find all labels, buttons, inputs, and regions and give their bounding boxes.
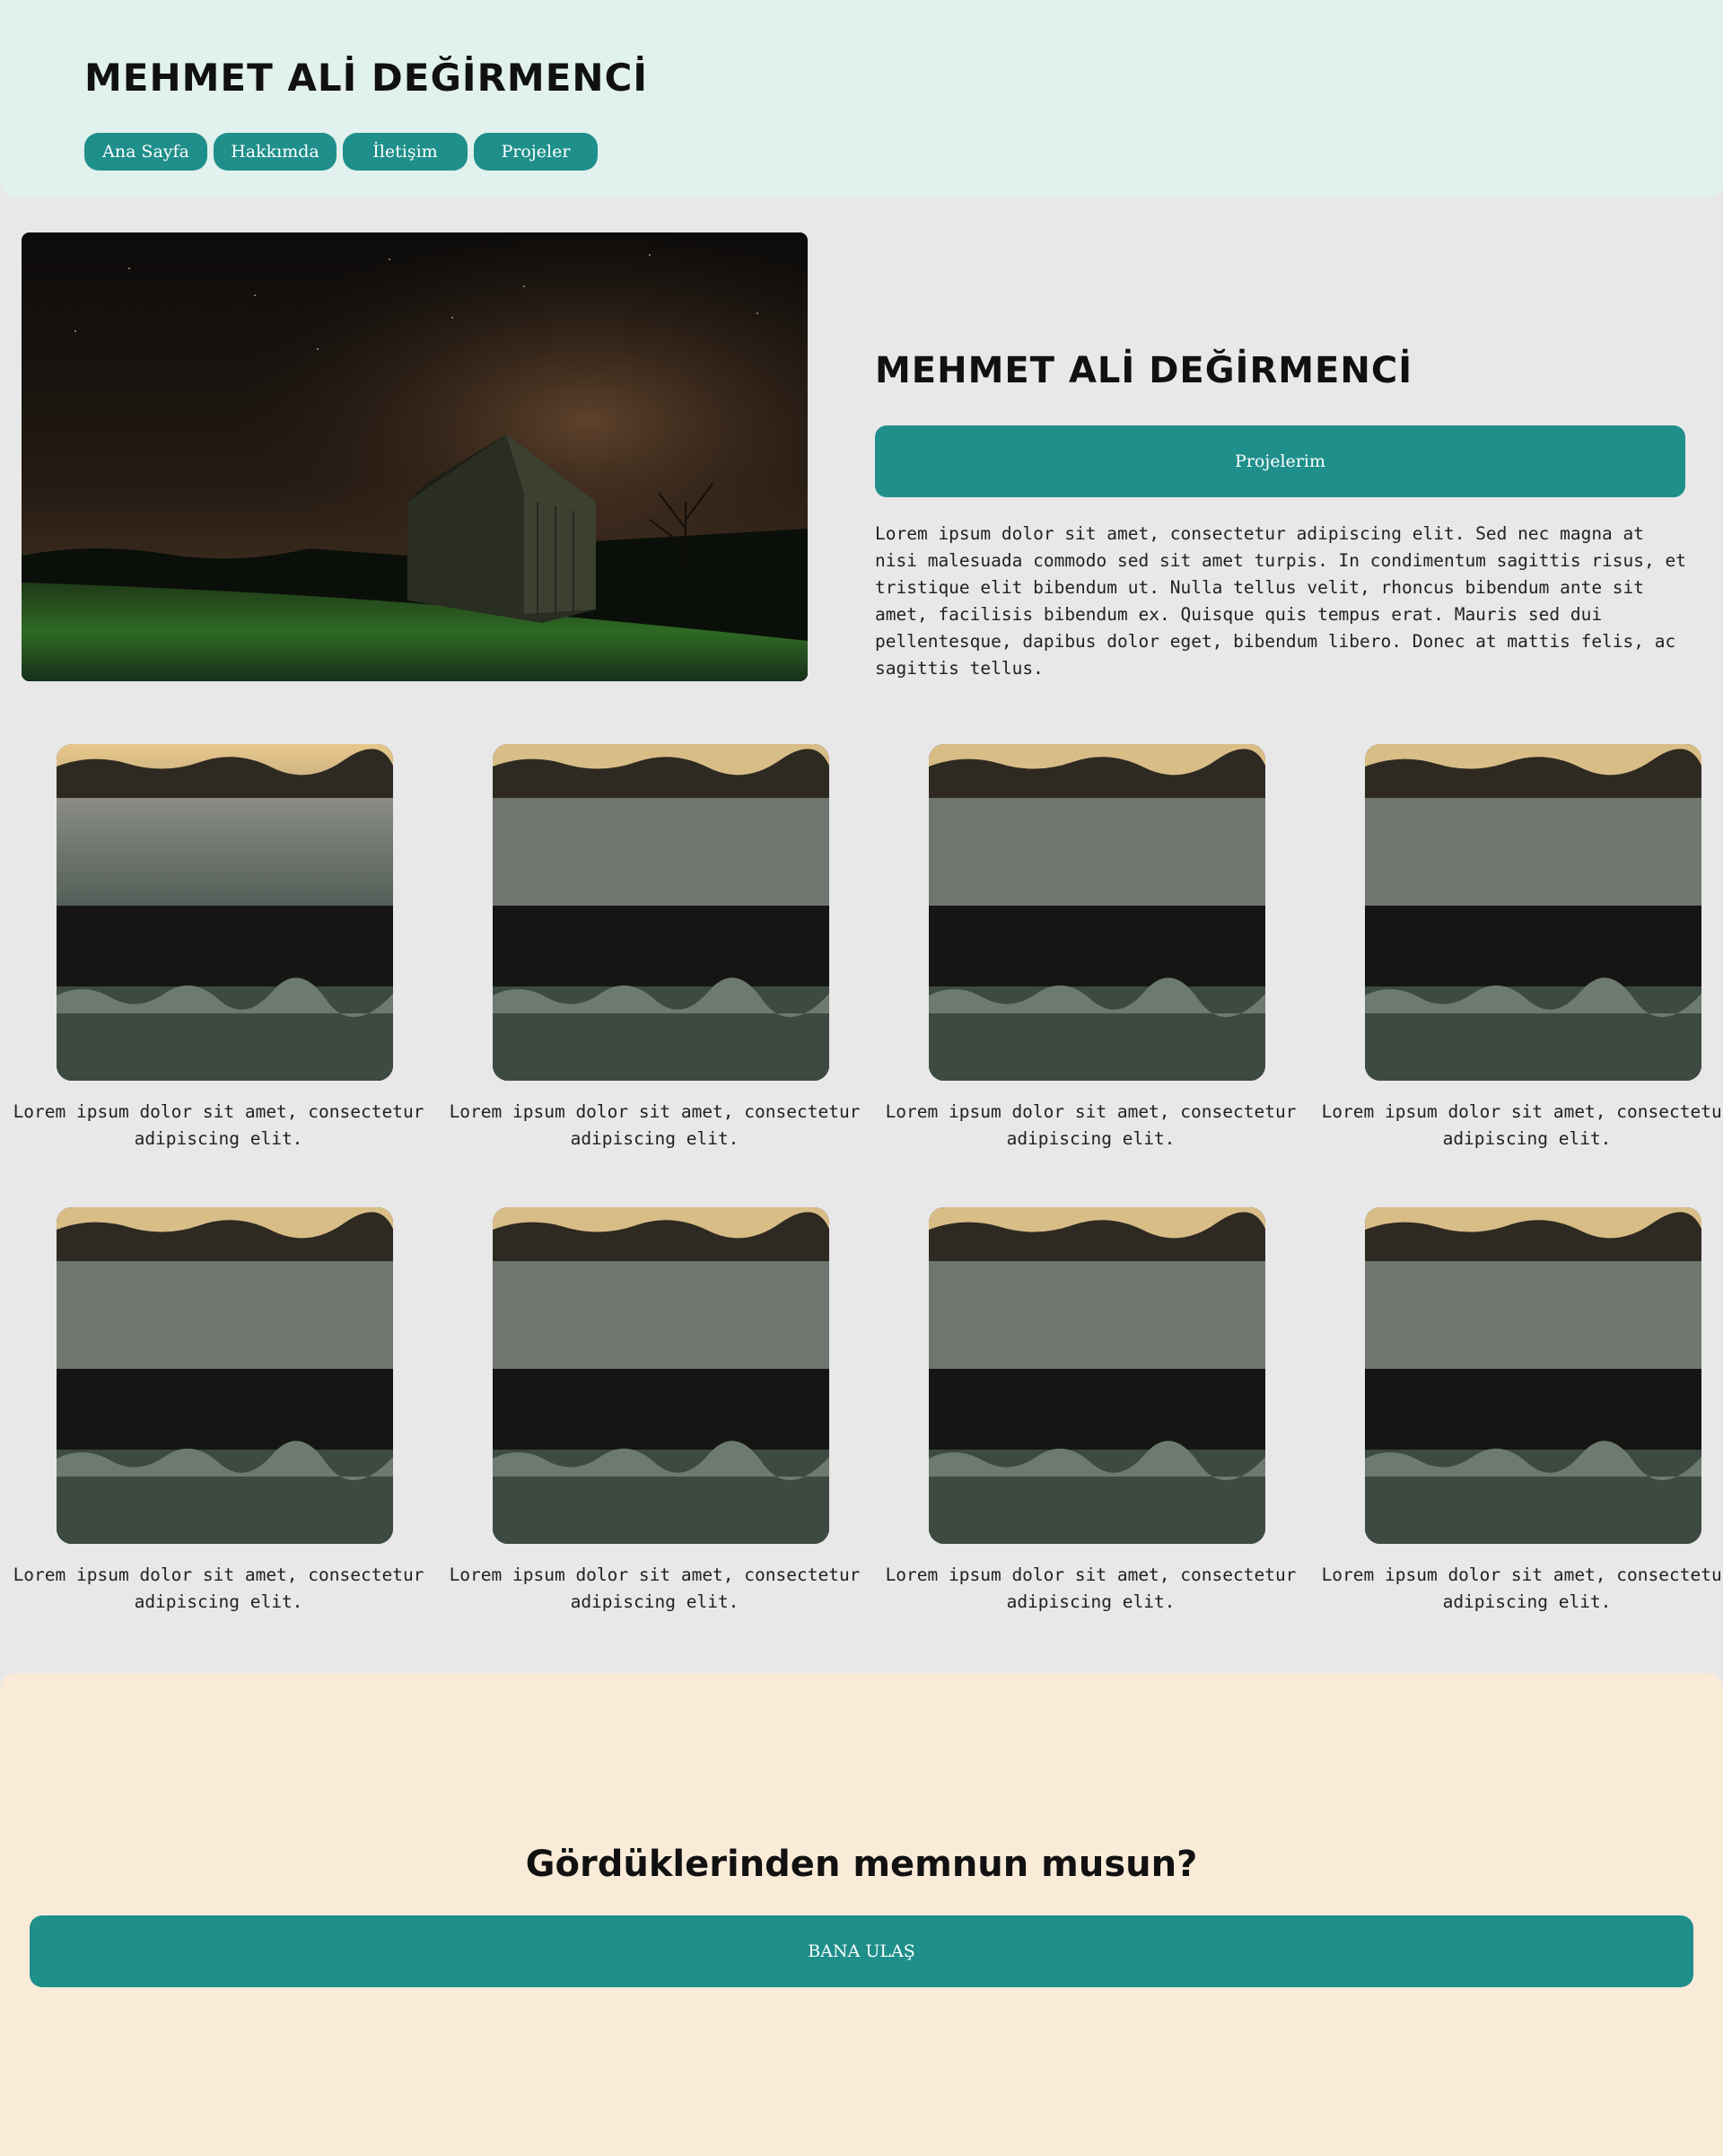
hero-title: MEHMET ALİ DEĞİRMENCİ [875,350,1413,391]
gallery-image[interactable] [57,1207,393,1544]
gallery-caption: Lorem ipsum dolor sit amet, consectetur … [885,1101,1297,1149]
gallery-image[interactable] [493,744,829,1081]
gallery-image[interactable] [929,1207,1265,1544]
gallery-caption: Lorem ipsum dolor sit amet, consectetur … [13,1564,424,1612]
site-title: MEHMET ALİ DEĞİRMENCİ [84,56,648,100]
gallery-image[interactable] [1365,1207,1701,1544]
hero-description: Lorem ipsum dolor sit amet, consectetur … [875,523,1686,679]
cta-title: Gördüklerinden memnun musun? [525,1844,1198,1885]
contact-cta: Gördüklerinden memnun musun? BANA ULAŞ [0,1673,1723,2156]
gallery-image[interactable] [493,1207,829,1544]
nav-home-button[interactable]: Ana Sayfa [84,133,207,171]
nav-projects-button[interactable]: Projeler [474,133,598,171]
main-nav: Ana Sayfa Hakkımda İletişim Projeler [84,133,598,171]
contact-me-button[interactable]: BANA ULAŞ [30,1915,1693,1987]
gallery-image[interactable] [57,744,393,1081]
gallery-caption: Lorem ipsum dolor sit amet, consectetur … [1321,1564,1723,1612]
nav-contact-button[interactable]: İletişim [343,133,468,171]
site-header: MEHMET ALİ DEĞİRMENCİ Ana Sayfa Hakkımda… [0,0,1723,197]
gallery-caption: Lorem ipsum dolor sit amet, consectetur … [449,1101,861,1149]
hero-image [22,232,808,681]
gallery-image[interactable] [1365,744,1701,1081]
gallery-caption: Lorem ipsum dolor sit amet, consectetur … [885,1564,1297,1612]
nav-about-button[interactable]: Hakkımda [214,133,337,171]
projects-button[interactable]: Projelerim [875,425,1685,497]
gallery-image[interactable] [929,744,1265,1081]
gallery-caption: Lorem ipsum dolor sit amet, consectetur … [1321,1101,1723,1149]
gallery-caption: Lorem ipsum dolor sit amet, consectetur … [449,1564,861,1612]
gallery-caption: Lorem ipsum dolor sit amet, consectetur … [13,1101,424,1149]
